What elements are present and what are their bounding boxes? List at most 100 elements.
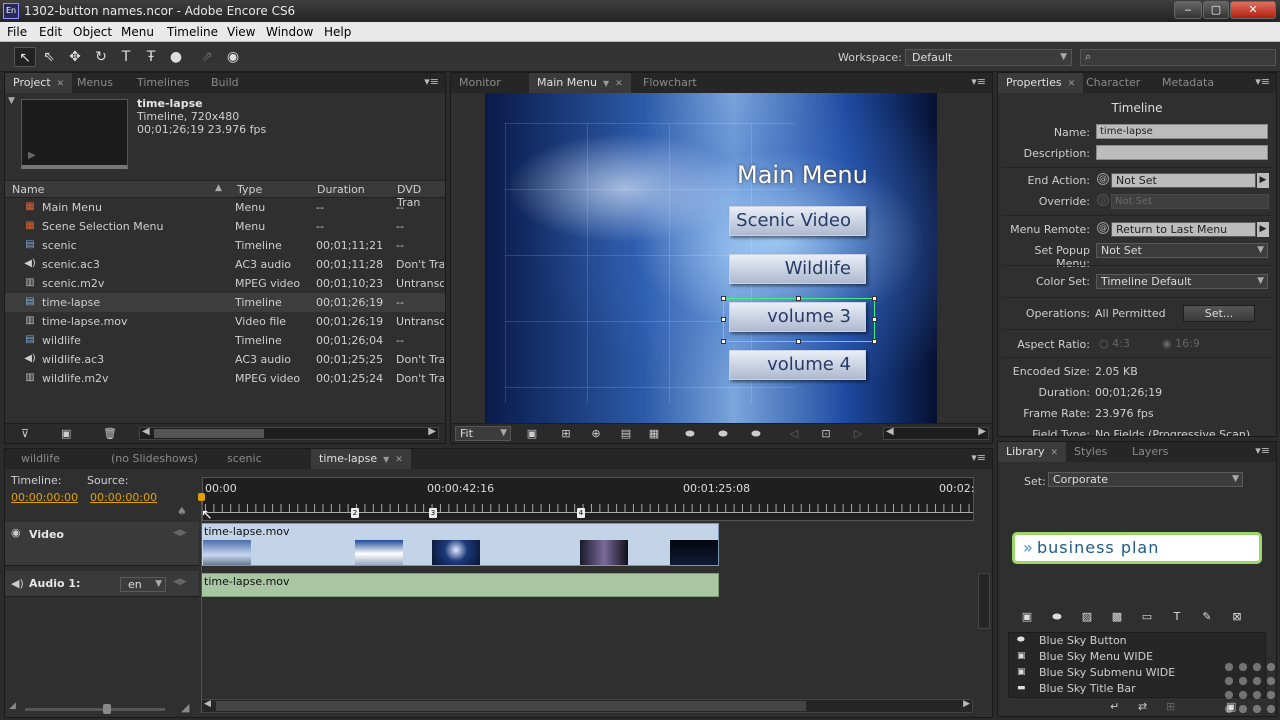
resize-handle[interactable] [721, 317, 726, 322]
highlight-activated-icon[interactable]: ⬬ [747, 426, 765, 441]
scroll-right-icon[interactable]: ▶ [428, 426, 436, 437]
panel-menu-icon[interactable]: ▾≡ [971, 75, 986, 88]
folder-filter-icon[interactable]: ▭ [1136, 609, 1158, 625]
resize-handle[interactable] [721, 296, 726, 301]
background-filter-icon[interactable]: ▩ [1106, 609, 1128, 625]
close-icon[interactable]: ✕ [615, 79, 623, 89]
horizontal-scrollbar[interactable]: ◀ ▶ [201, 699, 973, 713]
tab-library[interactable]: Library ✕ [998, 442, 1067, 462]
list-item[interactable]: ⬬ Blue Sky Button [1009, 633, 1259, 649]
scroll-left-icon[interactable]: ◀ [142, 426, 150, 437]
add-button-icon[interactable]: ▦ [645, 426, 663, 441]
chapter-marker[interactable]: 2 [351, 508, 359, 518]
routing-icon[interactable]: ⊕ [587, 426, 605, 441]
table-row[interactable]: ▤ scenic Timeline 00;01;11;21 -- [5, 236, 445, 255]
timeline-timecode[interactable]: 00:00:00:00 [11, 491, 78, 504]
close-icon[interactable]: ✕ [57, 79, 65, 89]
tab-styles[interactable]: Styles [1066, 442, 1115, 462]
library-set-dropdown[interactable]: Corporate ▼ [1048, 472, 1243, 487]
time-ruler[interactable]: 00:00 00:00:42:16 00:01:25:08 00:02: 2 3… [202, 477, 974, 521]
menu-button-scenic-video[interactable]: Scenic Video [729, 206, 866, 236]
table-row[interactable]: ▤ time-lapse Timeline 00;01;26;19 -- [5, 293, 445, 312]
resize-handle[interactable] [872, 296, 877, 301]
sort-up-icon[interactable]: ▲ [215, 183, 222, 193]
maximize-button[interactable]: ▢ [1203, 1, 1229, 19]
place-icon[interactable]: ⊠ [1226, 609, 1248, 625]
scroll-left-icon[interactable]: ◀ [886, 426, 894, 437]
color-set-dropdown[interactable]: Timeline Default ▼ [1096, 274, 1268, 289]
selection-bounding-box[interactable] [721, 296, 877, 344]
menu-canvas[interactable]: Main Menu Scenic Video Wildlife volume 3… [485, 93, 937, 423]
menu-edit[interactable]: Edit [39, 25, 62, 39]
column-type[interactable]: Type [237, 183, 262, 196]
panel-menu-icon[interactable]: ▾≡ [1255, 75, 1270, 88]
tab-properties[interactable]: Properties ✕ [998, 73, 1084, 93]
show-buttons-icon[interactable]: ⊞ [557, 426, 575, 441]
resize-handle[interactable] [872, 317, 877, 322]
column-duration[interactable]: Duration [317, 183, 365, 196]
tab-timelines[interactable]: Timelines [129, 73, 198, 93]
chevron-down-icon[interactable]: ▼ [603, 79, 609, 88]
description-field[interactable] [1096, 145, 1268, 160]
table-row[interactable]: ▥ time-lapse.mov Video file 00;01;26;19 Untr… [5, 312, 445, 331]
replace-item-icon[interactable]: ⇄ [1138, 700, 1147, 713]
menu-remote-field[interactable]: Return to Last Menu [1111, 222, 1256, 237]
table-row[interactable]: ▤ wildlife Timeline 00;01;26;04 -- [5, 331, 445, 350]
new-item-icon[interactable]: ▣ [61, 427, 71, 440]
prev-next-keyframe-icon[interactable]: ◀▶ [173, 528, 187, 538]
play-icon[interactable]: ▶ [28, 150, 36, 161]
table-row[interactable]: ◀) wildlife.ac3 AC3 audio 00;01;25;25 Don't … [5, 350, 445, 369]
scroll-right-icon[interactable]: ▶ [978, 426, 986, 437]
menu-window[interactable]: Window [266, 25, 313, 39]
search-input[interactable]: ⌕ [1080, 49, 1276, 66]
filter-icon[interactable]: ⊽ [21, 427, 29, 440]
trash-icon[interactable]: 🗑 [103, 427, 117, 440]
tab-wildlife[interactable]: wildlife [13, 449, 68, 469]
previous-icon[interactable]: ◁ [785, 426, 803, 441]
scrollbar-thumb[interactable] [216, 701, 806, 711]
close-icon[interactable]: ✕ [1068, 79, 1076, 89]
audio-language-dropdown[interactable]: en ▼ [120, 577, 166, 592]
rotate-tool-icon[interactable]: ↻ [90, 47, 112, 67]
panel-menu-icon[interactable]: ▾≡ [424, 75, 439, 88]
new-set-icon[interactable]: ⊞ [1166, 700, 1175, 713]
chapter-marker[interactable]: 4 [577, 508, 585, 518]
menu-button-wildlife[interactable]: Wildlife [729, 254, 866, 284]
set-operations-button[interactable]: Set... [1183, 305, 1255, 322]
video-clip[interactable]: time-lapse.mov [201, 523, 719, 566]
highlight-selected-icon[interactable]: ⬬ [714, 426, 732, 441]
menu-timeline[interactable]: Timeline [167, 25, 218, 39]
zoom-out-icon[interactable]: ◢ [9, 701, 16, 711]
horizontal-scrollbar[interactable]: ◀ ▶ [139, 426, 439, 440]
image-filter-icon[interactable]: ▨ [1076, 609, 1098, 625]
chevron-down-icon[interactable]: ▼ [383, 455, 389, 464]
tab-layers[interactable]: Layers [1124, 442, 1176, 462]
playhead[interactable] [201, 501, 202, 713]
scroll-left-icon[interactable]: ◀ [204, 699, 211, 709]
tab-main-menu[interactable]: Main Menu ▼ ✕ [529, 73, 631, 93]
panel-menu-icon[interactable]: ▾≡ [971, 451, 986, 464]
next-icon[interactable]: ▷ [849, 426, 867, 441]
link-tool-icon[interactable]: ⇗ [196, 47, 218, 67]
resize-handle[interactable] [796, 296, 801, 301]
zoom-slider-handle[interactable] [103, 704, 111, 714]
collapse-triangle-icon[interactable]: ▼ [8, 96, 15, 106]
menu-title-text[interactable]: Main Menu [737, 161, 868, 189]
end-action-field[interactable]: Not Set [1111, 173, 1256, 188]
scroll-right-icon[interactable]: ▶ [963, 699, 970, 709]
tab-time-lapse[interactable]: time-lapse ▼ ✕ [311, 449, 411, 469]
button-filter-icon[interactable]: ⬬ [1046, 609, 1068, 625]
add-chapter-icon[interactable]: ♠ [177, 505, 187, 518]
workspace-dropdown[interactable]: Default ▼ [905, 49, 1072, 66]
safe-area-icon[interactable]: ▣ [523, 426, 541, 441]
tab-metadata[interactable]: Metadata [1154, 73, 1222, 93]
table-row[interactable]: ▦ Scene Selection Menu Menu -- -- [5, 217, 445, 236]
menu-menu[interactable]: Menu [121, 25, 154, 39]
tab-no-slideshows[interactable]: (no Slideshows) [103, 449, 206, 469]
preview-tool-icon[interactable]: ◉ [222, 47, 244, 67]
zoom-slider[interactable] [25, 708, 165, 711]
panel-menu-icon[interactable]: ▾≡ [1255, 444, 1270, 457]
close-window-button[interactable]: ✕ [1230, 1, 1276, 19]
menu-object[interactable]: Object [73, 25, 112, 39]
resize-handle[interactable] [796, 339, 801, 344]
